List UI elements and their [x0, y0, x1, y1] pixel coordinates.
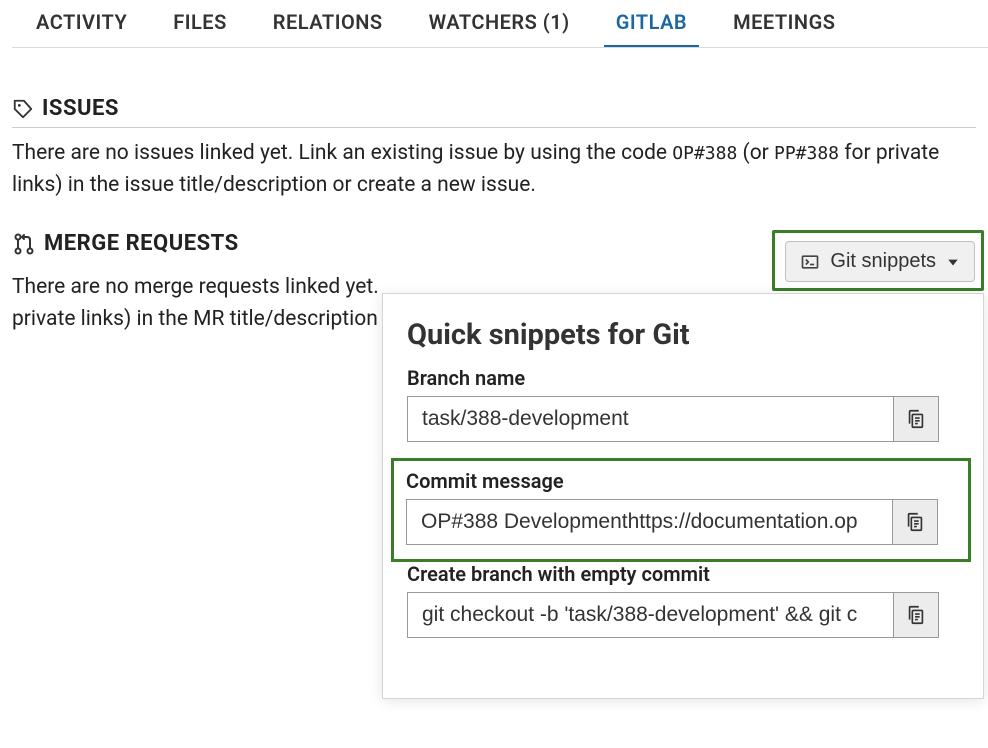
- copy-create-branch-button[interactable]: [893, 592, 939, 638]
- git-snippets-button[interactable]: Git snippets: [785, 241, 975, 282]
- popover-title: Quick snippets for Git: [407, 318, 959, 352]
- tab-watchers[interactable]: WATCHERS (1): [429, 10, 570, 48]
- copy-branch-name-button[interactable]: [893, 396, 939, 442]
- copy-commit-message-button[interactable]: [892, 499, 938, 545]
- issues-heading: ISSUES: [12, 96, 976, 128]
- tabs-bar: ACTIVITY FILES RELATIONS WATCHERS (1) GI…: [0, 0, 988, 48]
- create-branch-input[interactable]: [407, 592, 893, 638]
- mr-body-tail: private links) in the MR title/descripti…: [12, 307, 378, 331]
- commit-message-label: Commit message: [406, 469, 956, 493]
- copy-icon: [905, 604, 927, 626]
- issues-body: There are no issues linked yet. Link an …: [12, 138, 976, 201]
- tab-files[interactable]: FILES: [173, 10, 227, 48]
- tab-gitlab[interactable]: GITLAB: [616, 10, 687, 48]
- caret-down-icon: [946, 255, 960, 269]
- merge-request-icon: [12, 232, 36, 256]
- git-snippets-label: Git snippets: [830, 250, 936, 273]
- commit-message-highlight: Commit message: [391, 458, 971, 562]
- branch-name-input[interactable]: [407, 396, 893, 442]
- tab-activity[interactable]: ACTIVITY: [36, 10, 127, 48]
- console-icon: [800, 252, 820, 272]
- merge-requests-heading-text: MERGE REQUESTS: [44, 231, 239, 256]
- tab-relations[interactable]: RELATIONS: [273, 10, 383, 48]
- issues-body-pre: There are no issues linked yet. Link an …: [12, 141, 672, 165]
- create-branch-field-group: Create branch with empty commit: [407, 562, 959, 638]
- issues-code-2: PP#388: [774, 143, 839, 164]
- mr-body-pre: There are no merge requests linked yet.: [12, 275, 379, 299]
- create-branch-label: Create branch with empty commit: [407, 562, 959, 586]
- branch-name-label: Branch name: [407, 366, 959, 390]
- branch-name-field-group: Branch name: [407, 366, 959, 442]
- tag-icon: [12, 98, 34, 120]
- git-snippets-button-highlight: Git snippets: [772, 230, 984, 291]
- copy-icon: [904, 511, 926, 533]
- tab-meetings[interactable]: MEETINGS: [733, 10, 835, 48]
- commit-message-input[interactable]: [406, 499, 892, 545]
- issues-body-mid: (or: [737, 141, 774, 165]
- git-snippets-popover: Quick snippets for Git Branch name Commi…: [382, 293, 984, 699]
- issues-code-1: OP#388: [672, 143, 737, 164]
- copy-icon: [905, 408, 927, 430]
- issues-heading-text: ISSUES: [42, 96, 119, 121]
